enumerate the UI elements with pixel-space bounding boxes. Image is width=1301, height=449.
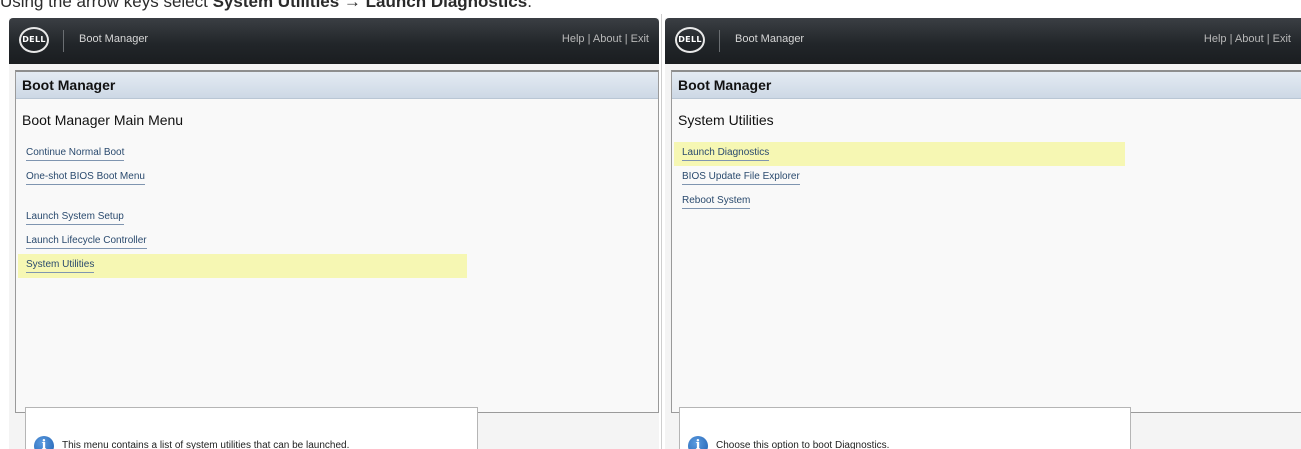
topbar-separator: [719, 30, 720, 52]
page-header: Boot Manager: [672, 72, 1301, 99]
exit-link[interactable]: Exit: [1273, 33, 1291, 45]
step-system-utilities: System Utilities: [212, 0, 340, 11]
help-info-box: i Choose this option to boot Diagnostics…: [679, 407, 1131, 449]
about-link[interactable]: About: [1235, 33, 1264, 45]
info-text: Choose this option to boot Diagnostics.: [716, 440, 890, 449]
section-title: Boot Manager Main Menu: [22, 112, 184, 128]
content-frame: Boot Manager System Utilities Launch Dia…: [671, 70, 1301, 413]
dell-logo-icon: DELL: [675, 27, 705, 53]
exit-link[interactable]: Exit: [631, 33, 649, 45]
content-frame: Boot Manager Boot Manager Main Menu Cont…: [15, 70, 659, 413]
topbar-links: Help | About | Exit: [561, 33, 649, 45]
menu-list: Continue Normal Boot One-shot BIOS Boot …: [16, 142, 658, 278]
page-header: Boot Manager: [16, 72, 658, 99]
section-title: System Utilities: [678, 112, 774, 128]
menu-item-label[interactable]: Reboot System: [682, 195, 751, 209]
instruction-text: Using the arrow keys select System Utili…: [0, 0, 532, 12]
help-link[interactable]: Help: [1204, 33, 1227, 45]
info-text: This menu contains a list of system util…: [62, 440, 350, 449]
topbar-links: Help | About | Exit: [1203, 33, 1291, 45]
boot-manager-screen-main: DELL Boot Manager Help | About | Exit Bo…: [9, 18, 659, 449]
menu-item-label[interactable]: System Utilities: [26, 259, 95, 273]
info-icon: i: [34, 436, 54, 449]
menu-item-reboot-system[interactable]: Reboot System: [672, 190, 1301, 214]
menu-item-label[interactable]: Launch Lifecycle Controller: [26, 235, 147, 249]
menu-list: Launch Diagnostics BIOS Update File Expl…: [672, 142, 1301, 214]
step-launch-diagnostics: Launch Diagnostics: [365, 0, 528, 11]
menu-item-launch-diagnostics[interactable]: Launch Diagnostics: [672, 142, 1301, 166]
top-bar: DELL Boot Manager Help | About | Exit: [9, 18, 659, 64]
boot-manager-screen-utilities: DELL Boot Manager Help | About | Exit Bo…: [665, 18, 1301, 449]
menu-item-continue-normal-boot[interactable]: Continue Normal Boot: [16, 142, 658, 166]
menu-item-bios-update-file-explorer[interactable]: BIOS Update File Explorer: [672, 166, 1301, 190]
dell-logo-icon: DELL: [19, 27, 49, 53]
topbar-separator: [63, 30, 64, 52]
menu-item-one-shot-bios-boot-menu[interactable]: One-shot BIOS Boot Menu: [16, 166, 658, 190]
menu-item-label[interactable]: One-shot BIOS Boot Menu: [26, 171, 145, 185]
about-link[interactable]: About: [593, 33, 622, 45]
menu-item-system-utilities[interactable]: System Utilities: [16, 254, 658, 278]
topbar-title: Boot Manager: [79, 33, 149, 45]
info-icon: i: [688, 436, 708, 449]
top-bar: DELL Boot Manager Help | About | Exit: [665, 18, 1301, 64]
menu-item-label[interactable]: Launch System Setup: [26, 211, 124, 225]
help-link[interactable]: Help: [562, 33, 585, 45]
menu-item-label[interactable]: Continue Normal Boot: [26, 147, 125, 161]
menu-item-launch-lifecycle-controller[interactable]: Launch Lifecycle Controller: [16, 230, 658, 254]
help-info-box: i This menu contains a list of system ut…: [25, 407, 478, 449]
menu-item-launch-system-setup[interactable]: Launch System Setup: [16, 206, 658, 230]
menu-item-label[interactable]: BIOS Update File Explorer: [682, 171, 800, 185]
topbar-title: Boot Manager: [735, 33, 805, 45]
panel-divider: [661, 14, 662, 449]
menu-item-label[interactable]: Launch Diagnostics: [682, 147, 770, 161]
